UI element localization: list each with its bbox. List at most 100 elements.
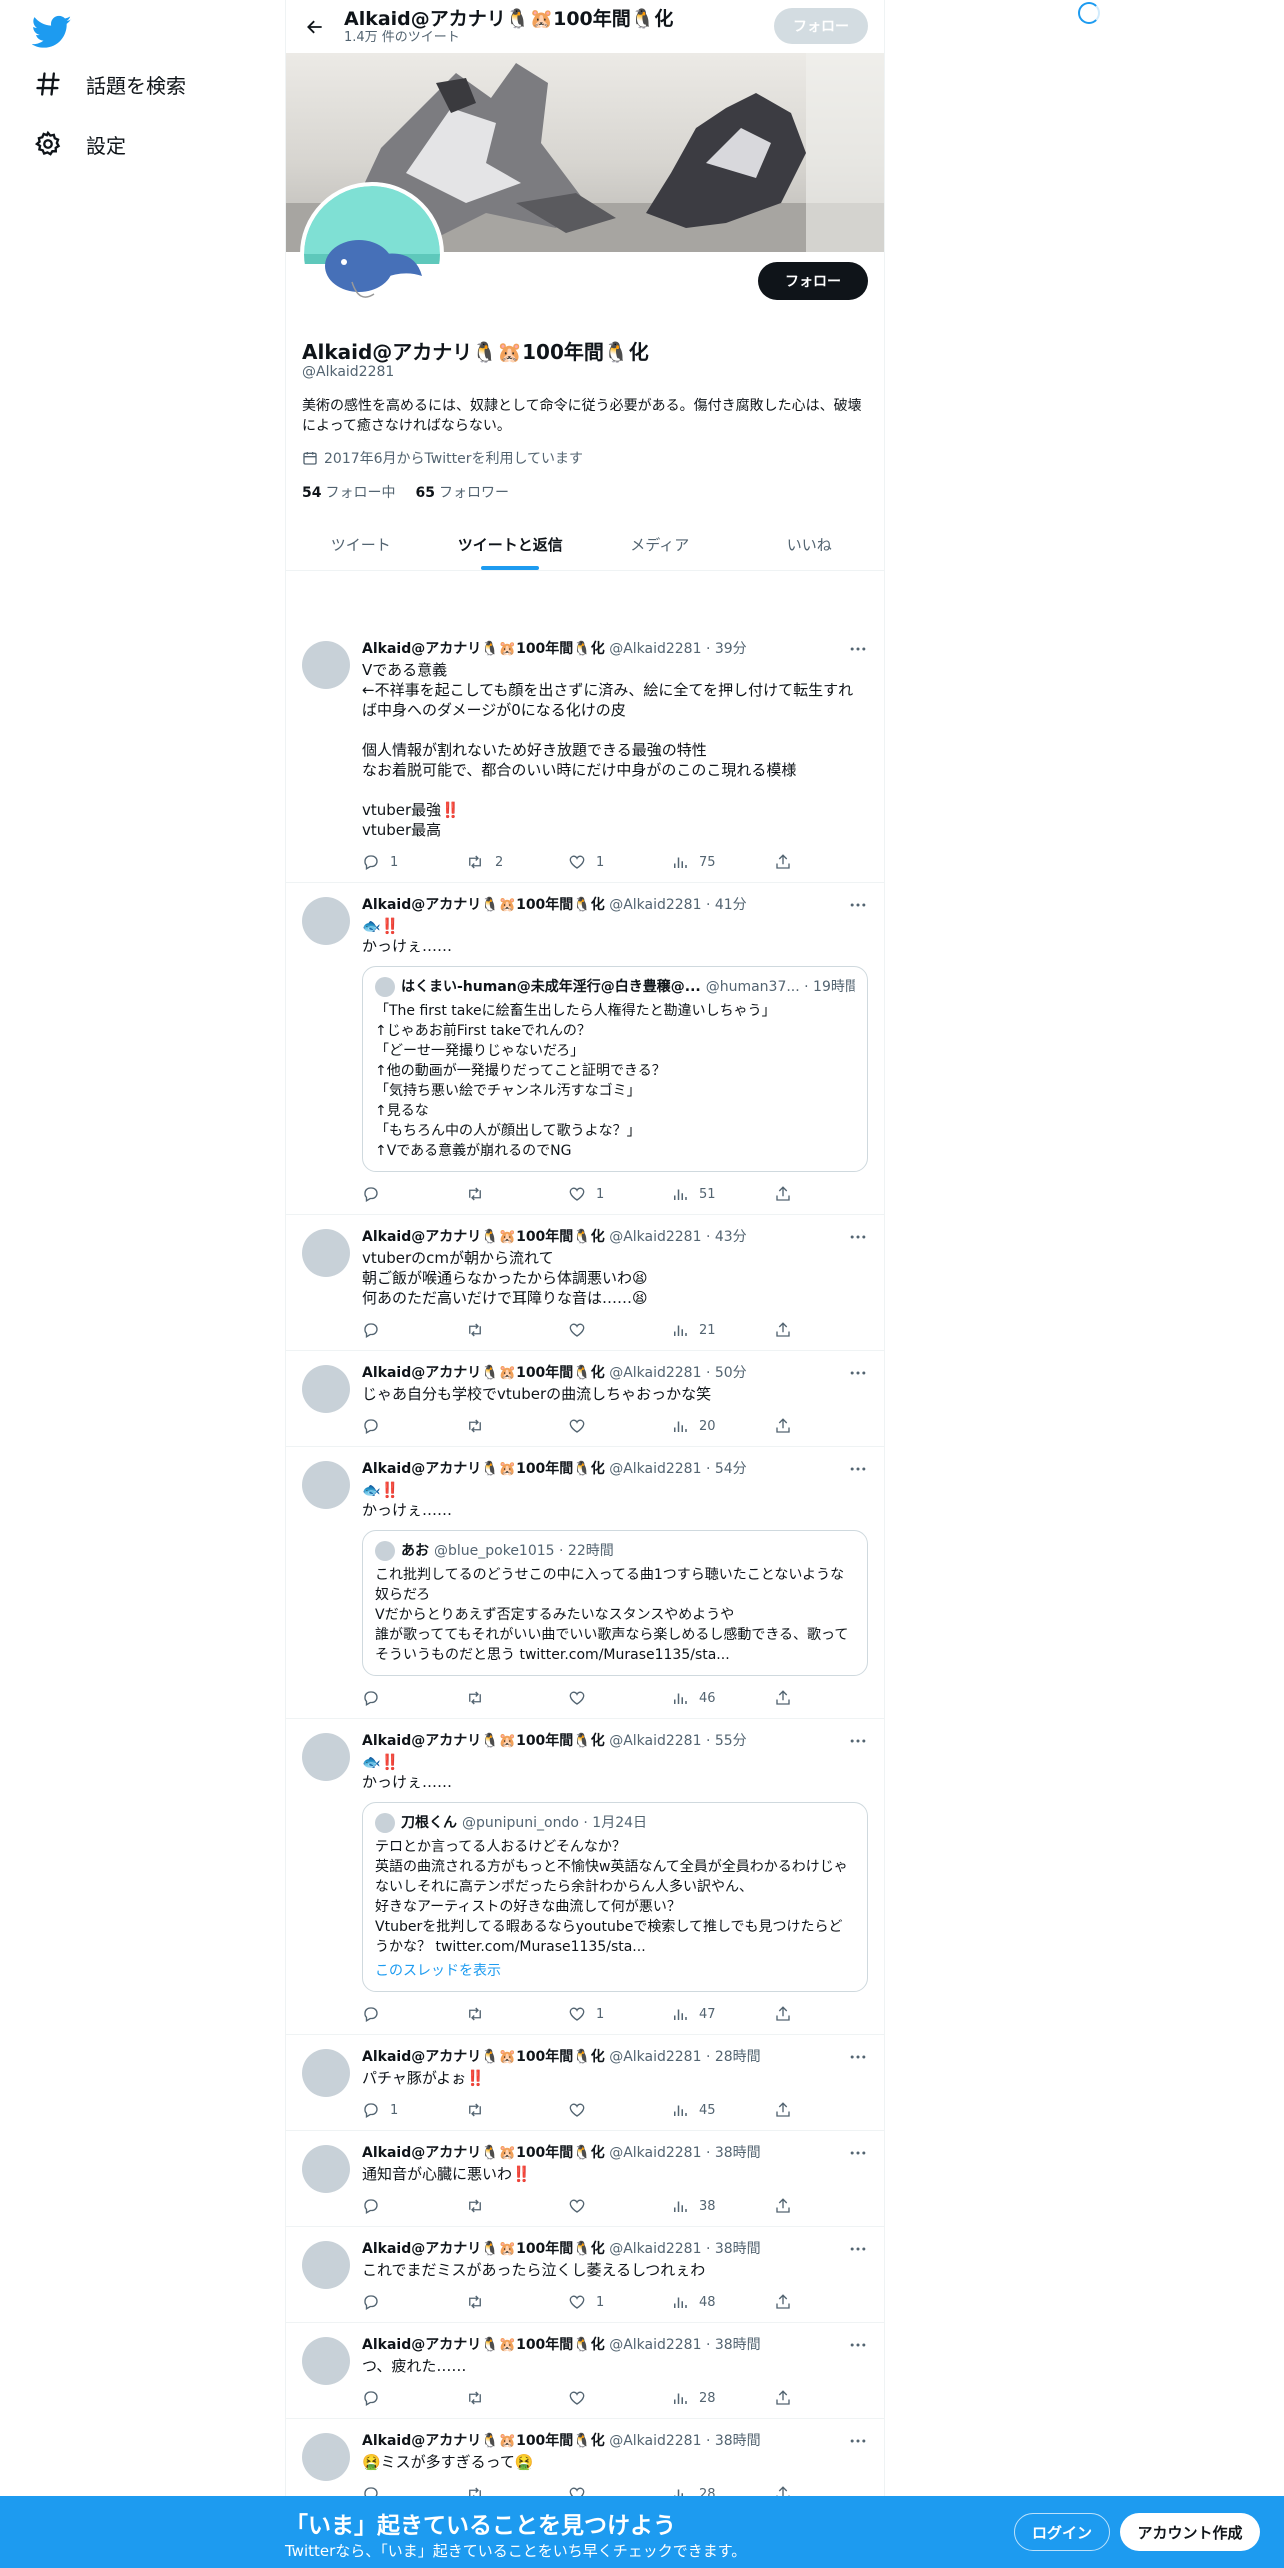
tweet[interactable]: Alkaid@アカナリ🐧🐹100年間🐧化 @Alkaid2281 · 50分 じゃ… bbox=[286, 1351, 884, 1447]
tweet-meta[interactable]: @Alkaid2281 · 55分 bbox=[609, 1733, 746, 1749]
share-button[interactable] bbox=[774, 853, 802, 871]
quoted-tweet[interactable]: はくまい-human@未成年淫行@白き豊穣@... @human37... · 1… bbox=[362, 966, 868, 1172]
views-button[interactable]: 20 bbox=[671, 1417, 731, 1435]
tweet-author-name[interactable]: Alkaid@アカナリ🐧🐹100年間🐧化 bbox=[362, 2145, 605, 2161]
views-button[interactable]: 51 bbox=[671, 1185, 731, 1203]
tab-likes[interactable]: いいね bbox=[735, 519, 885, 570]
tweet[interactable]: Alkaid@アカナリ🐧🐹100年間🐧化 @Alkaid2281 · 55分 🐟‼… bbox=[286, 1719, 884, 2035]
more-options-icon[interactable] bbox=[848, 639, 868, 659]
more-options-icon[interactable] bbox=[848, 895, 868, 915]
retweet-button[interactable] bbox=[465, 2005, 525, 2023]
reply-button[interactable] bbox=[362, 1417, 422, 1435]
tweet-meta[interactable]: @Alkaid2281 · 38時間 bbox=[609, 2145, 760, 2161]
retweet-button[interactable] bbox=[465, 1185, 525, 1203]
tweet-meta[interactable]: @Alkaid2281 · 38時間 bbox=[609, 2337, 760, 2353]
tweet[interactable]: Alkaid@アカナリ🐧🐹100年間🐧化 @Alkaid2281 · 54分 🐟‼… bbox=[286, 1447, 884, 1719]
share-button[interactable] bbox=[774, 1417, 802, 1435]
tweet[interactable]: Alkaid@アカナリ🐧🐹100年間🐧化 @Alkaid2281 · 38時間つ… bbox=[286, 2323, 884, 2419]
tab-media[interactable]: メディア bbox=[585, 519, 735, 570]
share-button[interactable] bbox=[774, 2197, 802, 2215]
like-button[interactable] bbox=[568, 1321, 628, 1339]
tab-tweets-and-replies[interactable]: ツイートと返信 bbox=[436, 519, 586, 570]
tweet-avatar[interactable] bbox=[302, 2145, 350, 2193]
reply-button[interactable] bbox=[362, 2293, 422, 2311]
retweet-button[interactable] bbox=[465, 2389, 525, 2407]
share-button[interactable] bbox=[774, 1321, 802, 1339]
like-button[interactable]: 1 bbox=[568, 853, 628, 871]
share-button[interactable] bbox=[774, 1689, 802, 1707]
tweet-meta[interactable]: @Alkaid2281 · 41分 bbox=[609, 897, 746, 913]
reply-button[interactable] bbox=[362, 1689, 422, 1707]
retweet-button[interactable] bbox=[465, 2293, 525, 2311]
tweet-avatar[interactable] bbox=[302, 2337, 350, 2385]
tweet[interactable]: Alkaid@アカナリ🐧🐹100年間🐧化 @Alkaid2281 · 38時間通… bbox=[286, 2131, 884, 2227]
like-button[interactable] bbox=[568, 2389, 628, 2407]
views-button[interactable]: 28 bbox=[671, 2389, 731, 2407]
tweet-avatar[interactable] bbox=[302, 1365, 350, 1413]
tweet-avatar[interactable] bbox=[302, 897, 350, 945]
reply-button[interactable] bbox=[362, 2389, 422, 2407]
more-options-icon[interactable] bbox=[848, 2431, 868, 2451]
tab-tweets[interactable]: ツイート bbox=[286, 519, 436, 570]
quoted-tweet[interactable]: あお @blue_poke1015 · 22時間 これ批判してるのどうせこの中に入っ… bbox=[362, 1530, 868, 1676]
reply-button[interactable] bbox=[362, 2197, 422, 2215]
like-button[interactable] bbox=[568, 1417, 628, 1435]
tweet-avatar[interactable] bbox=[302, 641, 350, 689]
tweet-author-name[interactable]: Alkaid@アカナリ🐧🐹100年間🐧化 bbox=[362, 2049, 605, 2065]
more-options-icon[interactable] bbox=[848, 2047, 868, 2067]
tweet-avatar[interactable] bbox=[302, 2241, 350, 2289]
tweet-meta[interactable]: @Alkaid2281 · 43分 bbox=[609, 1229, 746, 1245]
tweet[interactable]: Alkaid@アカナリ🐧🐹100年間🐧化 @Alkaid2281 · 39分 Vで… bbox=[286, 627, 884, 883]
tweet-meta[interactable]: @Alkaid2281 · 54分 bbox=[609, 1461, 746, 1477]
more-options-icon[interactable] bbox=[848, 2239, 868, 2259]
views-button[interactable]: 75 bbox=[671, 853, 731, 871]
following-link[interactable]: 54 フォロー中 bbox=[302, 482, 395, 502]
like-button[interactable] bbox=[568, 2101, 628, 2119]
tweet-author-name[interactable]: Alkaid@アカナリ🐧🐹100年間🐧化 bbox=[362, 2241, 605, 2257]
tweet-author-name[interactable]: Alkaid@アカナリ🐧🐹100年間🐧化 bbox=[362, 1365, 605, 1381]
more-options-icon[interactable] bbox=[848, 2143, 868, 2163]
tweet-author-name[interactable]: Alkaid@アカナリ🐧🐹100年間🐧化 bbox=[362, 641, 605, 657]
tweet-author-name[interactable]: Alkaid@アカナリ🐧🐹100年間🐧化 bbox=[362, 2337, 605, 2353]
quoted-tweet[interactable]: 刀根くん @punipuni_ondo · 1月24日 テロとか言ってる人おるけどそ… bbox=[362, 1802, 868, 1992]
reply-button[interactable]: 1 bbox=[362, 853, 422, 871]
more-options-icon[interactable] bbox=[848, 2335, 868, 2355]
views-button[interactable]: 47 bbox=[671, 2005, 731, 2023]
more-options-icon[interactable] bbox=[848, 1731, 868, 1751]
tweet-author-name[interactable]: Alkaid@アカナリ🐧🐹100年間🐧化 bbox=[362, 1733, 605, 1749]
share-button[interactable] bbox=[774, 2293, 802, 2311]
tweet-author-name[interactable]: Alkaid@アカナリ🐧🐹100年間🐧化 bbox=[362, 897, 605, 913]
views-button[interactable]: 45 bbox=[671, 2101, 731, 2119]
tweet[interactable]: Alkaid@アカナリ🐧🐹100年間🐧化 @Alkaid2281 · 38時間こ… bbox=[286, 2227, 884, 2323]
tweet-avatar[interactable] bbox=[302, 1229, 350, 1277]
share-button[interactable] bbox=[774, 1185, 802, 1203]
twitter-logo-icon[interactable] bbox=[32, 12, 72, 52]
retweet-button[interactable] bbox=[465, 1689, 525, 1707]
more-options-icon[interactable] bbox=[848, 1227, 868, 1247]
tweet-author-name[interactable]: Alkaid@アカナリ🐧🐹100年間🐧化 bbox=[362, 1229, 605, 1245]
tweet[interactable]: Alkaid@アカナリ🐧🐹100年間🐧化 @Alkaid2281 · 28時間パ… bbox=[286, 2035, 884, 2131]
login-button[interactable]: ログイン bbox=[1014, 2513, 1110, 2551]
views-button[interactable]: 48 bbox=[671, 2293, 731, 2311]
tweet-avatar[interactable] bbox=[302, 2433, 350, 2481]
tweet-avatar[interactable] bbox=[302, 2049, 350, 2097]
reply-button[interactable] bbox=[362, 1185, 422, 1203]
like-button[interactable]: 1 bbox=[568, 1185, 628, 1203]
header-follow-button[interactable]: フォロー bbox=[774, 8, 868, 44]
tweet[interactable]: Alkaid@アカナリ🐧🐹100年間🐧化 @Alkaid2281 · 43分 vt… bbox=[286, 1215, 884, 1351]
tweet-meta[interactable]: @Alkaid2281 · 38時間 bbox=[609, 2433, 760, 2449]
views-button[interactable]: 46 bbox=[671, 1689, 731, 1707]
nav-item-settings[interactable]: 設定 bbox=[26, 116, 246, 172]
tweet-author-name[interactable]: Alkaid@アカナリ🐧🐹100年間🐧化 bbox=[362, 2433, 605, 2449]
tweet-avatar[interactable] bbox=[302, 1461, 350, 1509]
retweet-button[interactable] bbox=[465, 2101, 525, 2119]
views-button[interactable]: 21 bbox=[671, 1321, 731, 1339]
more-options-icon[interactable] bbox=[848, 1363, 868, 1383]
like-button[interactable] bbox=[568, 2197, 628, 2215]
like-button[interactable]: 1 bbox=[568, 2293, 628, 2311]
tweet-author-name[interactable]: Alkaid@アカナリ🐧🐹100年間🐧化 bbox=[362, 1461, 605, 1477]
tweet-meta[interactable]: @Alkaid2281 · 38時間 bbox=[609, 2241, 760, 2257]
profile-follow-button[interactable]: フォロー bbox=[758, 262, 868, 300]
signup-button[interactable]: アカウント作成 bbox=[1120, 2513, 1260, 2551]
retweet-button[interactable] bbox=[465, 1417, 525, 1435]
